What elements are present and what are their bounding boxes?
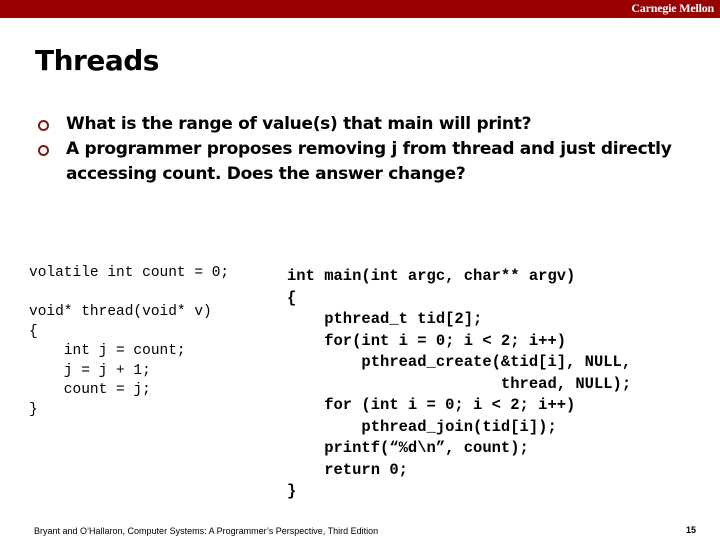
code-line: for (int i = 0; i < 2; i++) xyxy=(287,396,576,414)
footer-credit: Bryant and O’Hallaron, Computer Systems:… xyxy=(34,526,379,536)
bullet-text: What is the range of value(s) that main … xyxy=(66,114,532,134)
header-bar: Carnegie Mellon xyxy=(0,0,720,18)
code-line: j = j + 1; xyxy=(29,362,151,379)
code-line: pthread_join(tid[i]); xyxy=(287,417,557,436)
bullet-list: What is the range of value(s) that main … xyxy=(38,112,678,187)
circle-bullet-icon xyxy=(38,120,49,131)
brand-label: Carnegie Mellon xyxy=(631,1,714,15)
code-line: volatile int count = 0; xyxy=(29,265,230,281)
main-code-block: int main(int argc, char** argv) { pthread… xyxy=(287,266,631,503)
code-line: } xyxy=(287,482,297,500)
code-line: { xyxy=(29,323,38,340)
code-line: void* thread(void* v) xyxy=(29,304,212,320)
code-line: int main(int argc, char** argv) xyxy=(287,267,576,285)
code-line: pthread_t tid[2]; xyxy=(287,310,483,328)
slide-title: Threads xyxy=(35,44,159,77)
bullet-item: What is the range of value(s) that main … xyxy=(38,112,678,137)
bullet-text: A programmer proposes removing j from th… xyxy=(66,139,672,184)
page-number: 15 xyxy=(685,525,696,535)
circle-bullet-icon xyxy=(38,145,49,156)
code-line: printf(“%d\n”, count); xyxy=(287,439,529,457)
code-line: int j = count; xyxy=(29,343,186,359)
code-line: } xyxy=(29,401,38,418)
code-line: { xyxy=(287,288,297,307)
code-line: pthread_create(&tid[i], NULL, xyxy=(287,353,632,371)
code-line: for(int i = 0; i < 2; i++) xyxy=(287,331,567,350)
bullet-item: A programmer proposes removing j from th… xyxy=(38,137,678,187)
code-line: thread, NULL); xyxy=(287,374,632,393)
code-line: count = j; xyxy=(29,382,151,398)
code-line: return 0; xyxy=(287,460,408,479)
thread-code-block: volatile int count = 0; void* thread(voi… xyxy=(29,264,229,420)
